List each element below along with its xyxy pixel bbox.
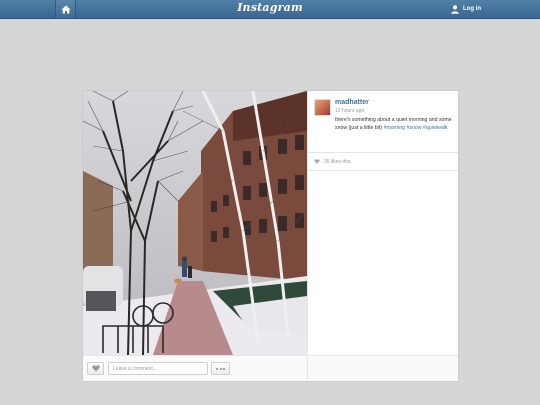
hashtag-link[interactable]: #morning: [383, 125, 405, 131]
ellipsis-icon: [219, 367, 222, 370]
ellipsis-icon: [216, 367, 218, 370]
comment-input[interactable]: [108, 362, 208, 375]
heart-icon: [314, 159, 320, 164]
username-link[interactable]: madhatter: [335, 99, 369, 106]
user-icon: [451, 4, 459, 14]
avatar[interactable]: [314, 99, 331, 116]
caption: there's something about a quiet morning …: [335, 116, 455, 132]
like-button[interactable]: [87, 362, 104, 375]
timestamp: 12 hours ago: [335, 108, 365, 114]
login-label: Log in: [463, 6, 481, 12]
likes-count[interactable]: 35 likes this.: [324, 159, 352, 165]
ellipsis-icon: [223, 367, 225, 370]
more-options-button[interactable]: [211, 362, 230, 375]
caption-block: madhatter 12 hours ago there's something…: [308, 91, 458, 153]
login-button[interactable]: Log in: [451, 3, 481, 15]
heart-icon: [91, 365, 100, 372]
hashtag-link[interactable]: #quietwalk: [423, 125, 448, 131]
top-navigation-bar: Instagram Log in: [0, 0, 540, 19]
post-card: madhatter 12 hours ago there's something…: [83, 91, 458, 381]
snowy-street-photo: [83, 91, 307, 355]
post-actions-bar: [83, 355, 307, 381]
hashtag-link[interactable]: #snow: [407, 125, 422, 131]
post-sidebar: madhatter 12 hours ago there's something…: [307, 91, 458, 381]
post-photo[interactable]: [83, 91, 307, 355]
likes-row: 35 likes this.: [308, 153, 458, 171]
sidebar-footer: [308, 355, 458, 381]
